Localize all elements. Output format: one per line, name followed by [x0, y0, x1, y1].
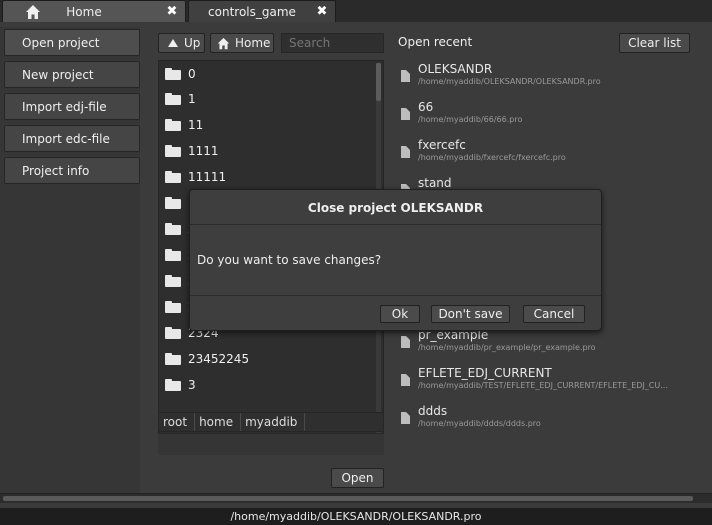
open-button[interactable]: Open [331, 468, 384, 488]
folder-icon [165, 301, 181, 313]
file-icon [401, 374, 410, 386]
home-button[interactable]: Home [210, 33, 274, 53]
breadcrumb: root home myaddib [158, 412, 384, 432]
folder-icon [165, 223, 181, 235]
sidebar-item-new-project[interactable]: New project [4, 61, 140, 88]
recent-item-name: OLEKSANDR [418, 62, 493, 76]
tab-controls-game[interactable]: controls_game ✖ [188, 0, 336, 22]
recent-item-path: /home/myaddib/fxercefc/fxercefc.pro [418, 153, 566, 162]
file-name: 23452245 [188, 352, 250, 366]
recent-item-path: /home/myaddib/OLEKSANDR/OLEKSANDR.pro [418, 77, 601, 86]
breadcrumb-item-root[interactable]: root [159, 413, 196, 431]
status-bar: /home/myaddib/OLEKSANDR/OLEKSANDR.pro [0, 508, 712, 525]
cancel-button[interactable]: Cancel [523, 305, 585, 323]
recent-title: Open recent [398, 35, 473, 49]
file-icon [401, 146, 410, 158]
recent-item-path: /home/myaddib/pr_example/pr_example.pro [418, 343, 596, 352]
file-name: 11 [188, 118, 204, 132]
list-item[interactable]: 11 [159, 112, 377, 138]
folder-icon [165, 327, 181, 339]
file-name: 0 [188, 67, 196, 81]
list-item[interactable]: 1 [159, 86, 377, 112]
home-icon [26, 5, 40, 19]
file-name: 11111 [188, 170, 227, 184]
folder-icon [165, 145, 181, 157]
up-button-label: Up [184, 36, 201, 50]
file-icon [401, 108, 410, 120]
list-item[interactable]: 11111 [159, 164, 377, 190]
folder-icon [165, 197, 181, 209]
sidebar-item-import-edj[interactable]: Import edj-file [4, 93, 140, 120]
folder-icon [165, 93, 181, 105]
dont-save-button[interactable]: Don't save [431, 305, 510, 323]
recent-item[interactable]: 66 /home/myaddib/66/66.pro [398, 100, 698, 130]
tab-home[interactable]: Home ✖ [2, 0, 186, 22]
sidebar-item-project-info[interactable]: Project info [4, 157, 140, 184]
home-button-label: Home [235, 36, 271, 50]
up-button[interactable]: Up [158, 33, 205, 53]
folder-icon [165, 68, 181, 80]
recent-item[interactable]: OLEKSANDR /home/myaddib/OLEKSANDR/OLEKSA… [398, 62, 698, 92]
recent-item[interactable]: EFLETE_EDJ_CURRENT /home/myaddib/TEST/EF… [398, 366, 698, 396]
recent-item[interactable]: fxercefc /home/myaddib/fxercefc/fxercefc… [398, 138, 698, 168]
recent-item-path: /home/myaddib/ddds/ddds.pro [418, 419, 541, 428]
folder-icon [165, 119, 181, 131]
sidebar-item-import-edc[interactable]: Import edc-file [4, 125, 140, 152]
folder-icon [165, 249, 181, 261]
folder-icon [165, 353, 181, 365]
clear-list-button[interactable]: Clear list [619, 33, 690, 53]
scrollbar-thumb[interactable] [3, 496, 693, 501]
folder-icon [165, 171, 181, 183]
horizontal-scrollbar[interactable] [0, 493, 712, 503]
folder-icon [165, 379, 181, 391]
tab-controls-game-close-icon[interactable]: ✖ [315, 4, 329, 19]
dialog-message: Do you want to save changes? [197, 253, 382, 267]
sidebar: Open project New project Import edj-file… [0, 27, 140, 493]
tab-home-close-icon[interactable]: ✖ [165, 4, 179, 19]
divider [190, 295, 601, 296]
file-name: 1111 [188, 144, 219, 158]
file-icon [401, 412, 410, 424]
recent-item-name: EFLETE_EDJ_CURRENT [418, 366, 552, 380]
file-icon [401, 336, 410, 348]
dialog-title: Close project OLEKSANDR [307, 201, 484, 215]
recent-item[interactable]: pr_example /home/myaddib/pr_example/pr_e… [398, 328, 698, 358]
file-name: 1 [188, 92, 196, 106]
list-item[interactable]: 0 [159, 61, 377, 87]
search-input[interactable] [281, 33, 384, 53]
breadcrumb-item-myaddib[interactable]: myaddib [241, 413, 306, 431]
recent-item-name: stand [418, 176, 452, 190]
status-path: /home/myaddib/OLEKSANDR/OLEKSANDR.pro [230, 510, 482, 523]
recent-item-name: ddds [418, 404, 448, 418]
recent-item-path: /home/myaddib/TEST/EFLETE_EDJ_CURRENT/EF… [418, 381, 668, 390]
scrollbar-thumb[interactable] [376, 63, 381, 101]
folder-icon [165, 275, 181, 287]
close-project-dialog: Close project OLEKSANDR Do you want to s… [189, 189, 602, 331]
list-item[interactable]: 23452245 [159, 346, 377, 372]
divider [190, 224, 601, 225]
tab-bar: Home ✖ controls_game ✖ [0, 0, 712, 22]
filename-field[interactable] [158, 433, 384, 455]
ok-button[interactable]: Ok [380, 305, 420, 323]
recent-item[interactable]: ddds /home/myaddib/ddds/ddds.pro [398, 404, 698, 434]
sidebar-item-open-project[interactable]: Open project [4, 29, 140, 56]
recent-item-name: 66 [418, 100, 434, 114]
breadcrumb-item-home[interactable]: home [195, 413, 242, 431]
list-item[interactable]: 1111 [159, 138, 377, 164]
home-icon [217, 37, 230, 49]
file-name: 3 [188, 378, 196, 392]
recent-item-name: fxercefc [418, 138, 466, 152]
arrow-up-icon [168, 39, 178, 47]
file-icon [401, 70, 410, 82]
tab-controls-game-label: controls_game [208, 4, 296, 19]
recent-item-path: /home/myaddib/66/66.pro [418, 115, 523, 124]
list-item[interactable]: 3 [159, 372, 377, 398]
